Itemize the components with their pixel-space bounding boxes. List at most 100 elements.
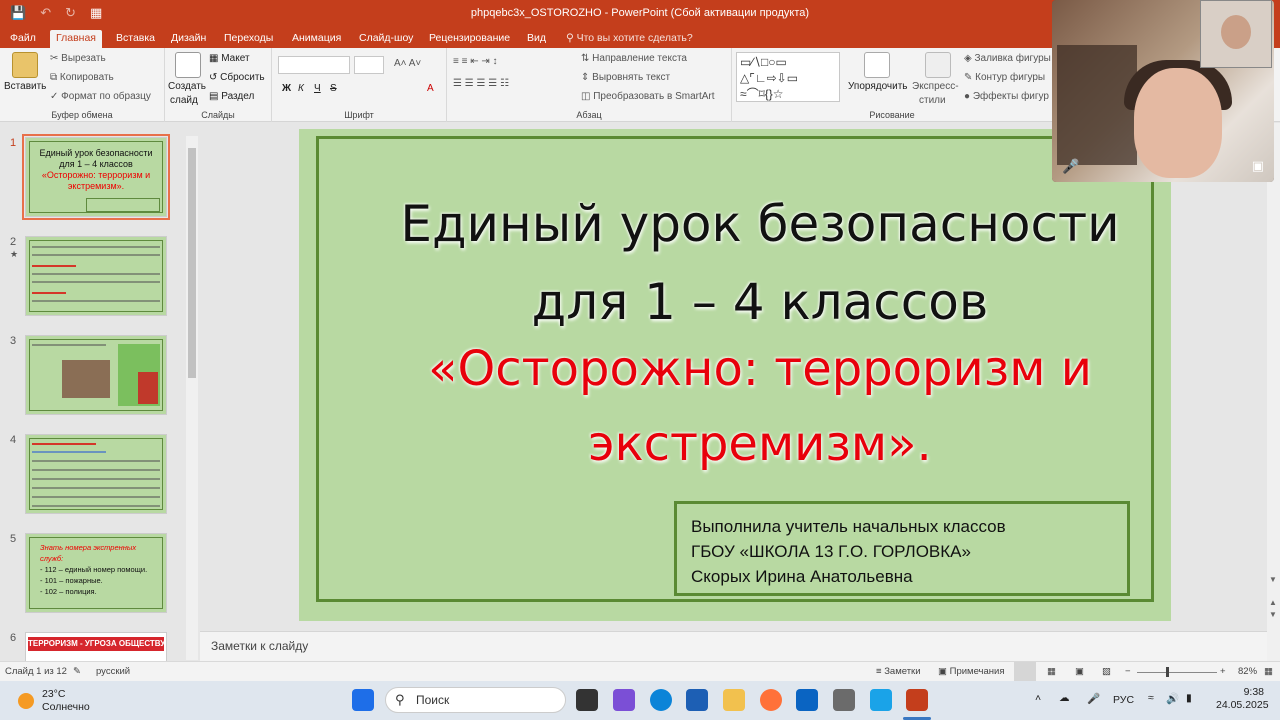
slide-scrollbar[interactable]: ▼ ▲ ▼: [1267, 123, 1280, 661]
weather-widget[interactable]: 23°C Солнечно: [18, 688, 90, 714]
copy-button[interactable]: ⧉ Копировать: [50, 72, 114, 83]
video-call-overlay[interactable]: 🎤 ▣: [1052, 0, 1274, 182]
slide-thumbnail-6[interactable]: ТЕРРОРИЗМ - УГРОЗА ОБЩЕСТВУ: [25, 632, 167, 661]
copilot-icon[interactable]: [613, 689, 635, 711]
slide-sorter-icon[interactable]: ▦: [1047, 666, 1056, 677]
normal-view-button[interactable]: [1014, 662, 1036, 681]
thumbnail-row[interactable]: 5 Знать номера экстренных служб: - 112 –…: [0, 533, 200, 623]
list-buttons-icon[interactable]: ≡ ≡ ⇤ ⇥ ↕: [453, 56, 498, 67]
shape-fill-button[interactable]: ◈ Заливка фигуры: [964, 53, 1051, 64]
tab-animations[interactable]: Анимация: [286, 30, 347, 48]
thumbnail-row[interactable]: 2 ★: [0, 236, 200, 326]
notes-pane[interactable]: Заметки к слайду: [200, 631, 1267, 661]
battery-icon[interactable]: ▮: [1186, 692, 1192, 704]
shape-outline-button[interactable]: ✎ Контур фигуры: [964, 72, 1045, 83]
strike-button[interactable]: S: [330, 83, 337, 94]
paste-icon[interactable]: [12, 52, 38, 78]
microphone-icon[interactable]: 🎤: [1062, 158, 1079, 175]
slideshow-view-icon[interactable]: ▧: [1102, 666, 1111, 677]
video-self-view[interactable]: [1200, 0, 1272, 68]
thumbnail-row[interactable]: 3: [0, 335, 200, 425]
zoom-slider[interactable]: [1137, 672, 1217, 673]
align-buttons-icon[interactable]: ☰ ☰ ☰ ☰ ☷: [453, 78, 509, 89]
tab-design[interactable]: Дизайн: [165, 30, 212, 48]
slide-subtitle-line-1[interactable]: «Осторожно: терроризм и: [349, 341, 1171, 397]
taskbar-search[interactable]: ⚲ Поиск: [385, 687, 566, 713]
reading-view-icon[interactable]: ▣: [1075, 666, 1084, 677]
prev-slide-icon[interactable]: ▲: [1269, 598, 1277, 607]
next-slide-icon[interactable]: ▼: [1269, 610, 1277, 619]
camera-switch-icon[interactable]: ▣: [1252, 158, 1264, 174]
cut-button[interactable]: ✂ Вырезать: [50, 53, 106, 64]
arrange-button[interactable]: Упорядочить: [848, 81, 908, 92]
thumbnail-row[interactable]: 6 ТЕРРОРИЗМ - УГРОЗА ОБЩЕСТВУ: [0, 632, 200, 661]
edge-icon[interactable]: [650, 689, 672, 711]
slide-thumbnail-3[interactable]: [25, 335, 167, 415]
slide-thumbnail-1[interactable]: Единый урок безопасности для 1 – 4 класс…: [22, 134, 170, 220]
wifi-icon[interactable]: ≈: [1148, 692, 1154, 704]
quick-styles-button[interactable]: Экспресс-: [912, 81, 959, 92]
thumbnail-row[interactable]: 4: [0, 434, 200, 524]
slide-title-line-2[interactable]: для 1 – 4 классов: [349, 273, 1171, 331]
slide-title-line-1[interactable]: Единый урок безопасности: [349, 195, 1171, 253]
onedrive-icon[interactable]: ☁: [1059, 692, 1070, 704]
tab-view[interactable]: Вид: [521, 30, 552, 48]
format-painter-button[interactable]: ✓ Формат по образцу: [50, 91, 151, 102]
zoom-level[interactable]: 82%: [1238, 666, 1257, 677]
new-slide-label-2[interactable]: слайд: [170, 95, 198, 106]
font-size-select[interactable]: [354, 56, 384, 74]
input-language[interactable]: РУС: [1113, 694, 1134, 706]
slide-subtitle-line-2[interactable]: экстремизм».: [349, 416, 1171, 472]
zoom-out-icon[interactable]: −: [1125, 666, 1131, 677]
spellcheck-icon[interactable]: ✎: [73, 666, 81, 677]
thumbnail-scrollbar[interactable]: [186, 136, 198, 660]
fit-to-window-icon[interactable]: ▦: [1264, 666, 1273, 677]
paste-button[interactable]: Вставить: [4, 81, 46, 92]
tray-overflow-icon[interactable]: ˄: [1035, 692, 1041, 704]
reset-button[interactable]: ↺ Сбросить: [209, 72, 265, 83]
tab-review[interactable]: Рецензирование: [423, 30, 516, 48]
powerpoint-icon[interactable]: [906, 689, 928, 711]
file-explorer-icon[interactable]: [723, 689, 745, 711]
section-button[interactable]: ▤ Раздел: [209, 91, 254, 102]
align-text-button[interactable]: ⇕ Выровнять текст: [581, 72, 670, 83]
new-slide-icon[interactable]: [175, 52, 201, 78]
task-view-icon[interactable]: [576, 689, 598, 711]
shape-effects-button[interactable]: ● Эффекты фигур: [964, 91, 1049, 102]
zoom-in-icon[interactable]: +: [1220, 666, 1226, 677]
text-direction-button[interactable]: ⇅ Направление текста: [581, 53, 687, 64]
arrange-icon[interactable]: [864, 52, 890, 78]
comments-toggle[interactable]: ▣ Примечания: [938, 666, 1004, 677]
tab-slideshow[interactable]: Слайд-шоу: [353, 30, 419, 48]
slide-thumbnail-4[interactable]: [25, 434, 167, 514]
bold-button[interactable]: Ж: [282, 83, 291, 94]
scroll-down-icon[interactable]: ▼: [1269, 575, 1277, 584]
grow-font-icon[interactable]: A˄ A˅: [394, 58, 421, 69]
tab-insert[interactable]: Вставка: [110, 30, 161, 48]
tab-transitions[interactable]: Переходы: [218, 30, 279, 48]
clock[interactable]: 9:38 24.05.2025: [1216, 686, 1269, 712]
font-color-button[interactable]: A: [427, 83, 434, 94]
tell-me-box[interactable]: ⚲ Что вы хотите сделать?: [560, 30, 699, 48]
shapes-gallery[interactable]: ▭∕∖□○▭ △⌜∟⇨⇩▭ ≈⌒⌑{}☆: [736, 52, 840, 102]
zoom-slider-thumb[interactable]: [1166, 667, 1169, 677]
outlook-icon[interactable]: [796, 689, 818, 711]
slide-thumbnail-5[interactable]: Знать номера экстренных служб: - 112 – е…: [25, 533, 167, 613]
store-icon[interactable]: [686, 689, 708, 711]
current-slide[interactable]: Единый урок безопасности для 1 – 4 класс…: [299, 129, 1171, 621]
thumbnail-row[interactable]: 1 Единый урок безопасности для 1 – 4 кла…: [0, 134, 200, 227]
tab-file[interactable]: Файл: [4, 30, 42, 48]
new-slide-button[interactable]: Создать: [168, 81, 206, 92]
font-family-select[interactable]: [278, 56, 350, 74]
author-textbox[interactable]: Выполнила учитель начальных классов ГБОУ…: [674, 501, 1130, 596]
quick-styles-label-2[interactable]: стили: [919, 95, 946, 106]
messenger-icon[interactable]: [870, 689, 892, 711]
smartart-button[interactable]: ◫ Преобразовать в SmartArt: [581, 91, 715, 102]
tab-home[interactable]: Главная: [50, 30, 102, 48]
scrollbar-thumb[interactable]: [188, 148, 196, 378]
quick-styles-icon[interactable]: [925, 52, 951, 78]
windows-start-icon[interactable]: [352, 689, 374, 711]
app-icon[interactable]: [833, 689, 855, 711]
italic-button[interactable]: К: [298, 83, 304, 94]
volume-icon[interactable]: 🔊: [1166, 692, 1179, 705]
